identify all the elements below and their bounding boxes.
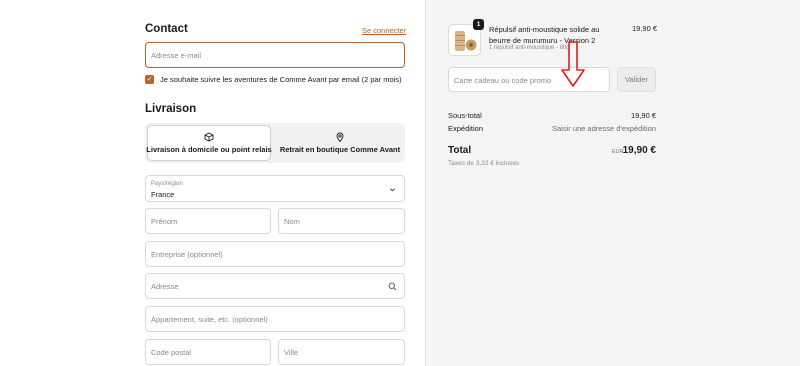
last-name-field[interactable]: Nom <box>278 208 405 234</box>
company-field[interactable]: Entreprise (optionnel) <box>145 241 405 267</box>
product-variant: 1 répulsif anti-moustique - 80g <box>489 45 570 51</box>
taxes-note: Taxes de 3,32 € incluses <box>448 160 520 167</box>
delivery-heading: Livraison <box>145 103 197 115</box>
apartment-placeholder: Appartement, suite, etc. (optionnel) <box>151 315 268 324</box>
subtotal-value: 19,90 € <box>630 111 656 120</box>
address-placeholder: Adresse <box>151 282 179 291</box>
tab-store-pickup[interactable]: Retrait en boutique Comme Avant <box>277 125 403 161</box>
country-label: Pays/région <box>151 181 183 187</box>
map-pin-icon <box>336 132 344 142</box>
tab-home-delivery-label: Livraison à domicile ou point relais <box>146 145 272 154</box>
product-name: Répulsif anti-moustique solide au beurre… <box>489 25 600 45</box>
address-field[interactable]: Adresse <box>145 273 405 299</box>
newsletter-checkbox[interactable]: ✓ <box>145 75 154 84</box>
tab-store-pickup-label: Retrait en boutique Comme Avant <box>279 145 401 154</box>
apartment-field[interactable]: Appartement, suite, etc. (optionnel) <box>145 306 405 332</box>
first-name-placeholder: Prénom <box>151 217 178 226</box>
validate-promo-button[interactable]: Valider <box>617 67 656 92</box>
postal-code-placeholder: Code postal <box>151 348 192 357</box>
newsletter-option[interactable]: ✓ Je souhaite suivre les aventures de Co… <box>145 75 402 84</box>
shipping-value: Saisir une adresse d'expédition <box>552 124 656 133</box>
newsletter-label: Je souhaite suivre les aventures de Comm… <box>160 75 402 84</box>
promo-code-placeholder: Carte cadeau ou code promo <box>454 76 552 85</box>
search-icon[interactable] <box>388 282 397 291</box>
order-summary-panel <box>425 0 800 366</box>
city-field[interactable]: Ville <box>278 339 405 365</box>
country-value: France <box>151 190 175 199</box>
email-input[interactable] <box>146 43 404 67</box>
delivery-method-selector: Livraison à domicile ou point relais Ret… <box>145 123 405 163</box>
postal-code-field[interactable]: Code postal <box>145 339 271 365</box>
product-price: 19,90 € <box>632 24 658 33</box>
total-value: 19,90 € <box>622 145 656 156</box>
first-name-field[interactable]: Prénom <box>145 208 271 234</box>
subtotal-label: Sous-total <box>448 111 482 120</box>
shipping-label: Expédition <box>448 124 484 133</box>
last-name-placeholder: Nom <box>284 217 300 226</box>
package-icon <box>204 132 214 142</box>
city-placeholder: Ville <box>284 348 299 357</box>
email-field[interactable] <box>145 42 405 68</box>
chevron-down-icon <box>390 188 395 192</box>
country-select[interactable]: Pays/région France <box>145 175 405 202</box>
tab-home-delivery[interactable]: Livraison à domicile ou point relais <box>146 125 272 161</box>
checkout-form-panel: Contact Se connecter ✓ Je souhaite suivr… <box>0 0 425 366</box>
quantity-badge: 1 <box>473 19 484 30</box>
annotation-arrow <box>561 41 585 87</box>
contact-heading: Contact <box>145 23 188 35</box>
company-placeholder: Entreprise (optionnel) <box>151 250 223 259</box>
login-link[interactable]: Se connecter <box>362 26 406 35</box>
total-label: Total <box>448 145 472 156</box>
